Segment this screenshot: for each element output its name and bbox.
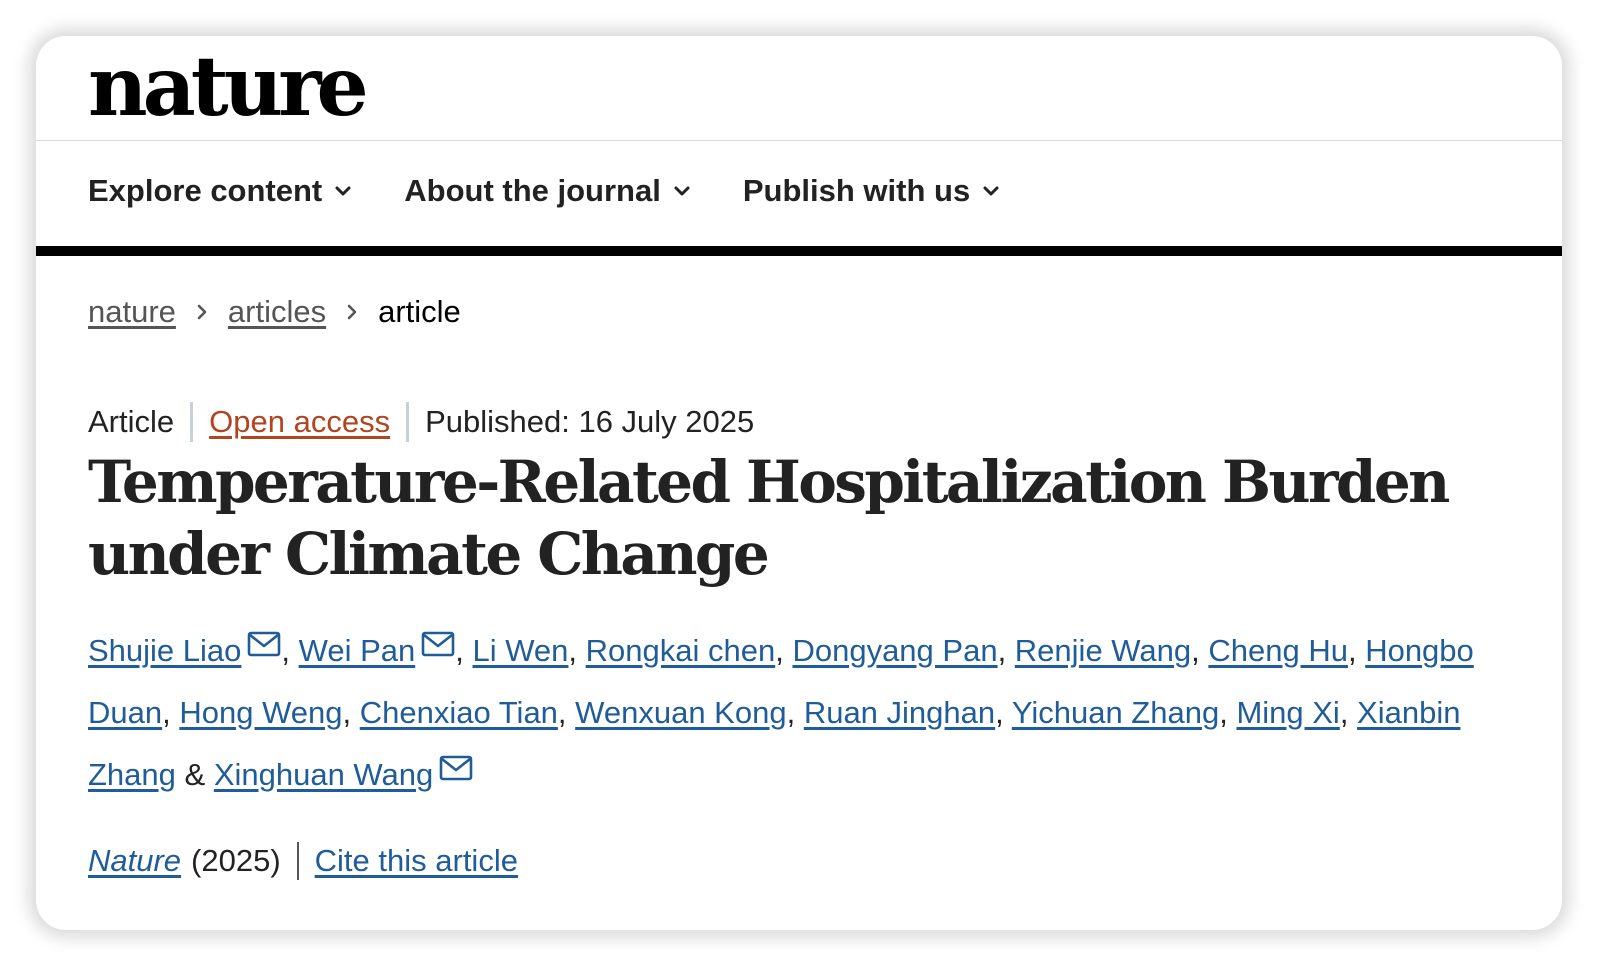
author-link[interactable]: Hong Weng [179, 695, 342, 730]
open-access-link[interactable]: Open access [209, 404, 390, 440]
chevron-down-icon [673, 182, 691, 200]
nature-logo[interactable]: nature [88, 42, 369, 132]
author-link[interactable]: Wei Pan [299, 633, 416, 668]
nav-about-journal[interactable]: About the journal [404, 173, 691, 209]
author-separator: , [995, 695, 1012, 730]
author-separator: , [786, 695, 804, 730]
article-card: nature Explore content About the journal… [36, 36, 1562, 930]
nav-explore-content[interactable]: Explore content [88, 173, 352, 209]
nav-item-label: Publish with us [742, 173, 971, 208]
author-link[interactable]: Yichuan Zhang [1012, 695, 1219, 730]
citation-divider [296, 842, 299, 880]
breadcrumb-nature[interactable]: nature [88, 294, 176, 330]
author-separator: , [1219, 695, 1237, 730]
breadcrumb: nature articles article [88, 294, 461, 330]
author-separator: , [775, 633, 793, 668]
main-nav: Explore content About the journal Publis… [88, 166, 1052, 216]
breadcrumb-current: article [378, 294, 461, 329]
nav-item-label: About the journal [404, 173, 661, 208]
author-link[interactable]: Renjie Wang [1015, 633, 1191, 668]
author-separator: , [342, 695, 360, 730]
nav-publish-with-us[interactable]: Publish with us [743, 173, 1000, 209]
journal-link[interactable]: Nature [88, 843, 181, 879]
chevron-down-icon [982, 182, 1000, 200]
author-link[interactable]: Dongyang Pan [792, 633, 997, 668]
author-link[interactable]: Wenxuan Kong [575, 695, 786, 730]
author-link[interactable]: Ming Xi [1236, 695, 1339, 730]
author-link[interactable]: Ruan Jinghan [804, 695, 995, 730]
author-link[interactable]: Xinghuan Wang [214, 757, 433, 792]
email-icon[interactable] [439, 755, 473, 781]
nav-item-label: Explore content [88, 173, 323, 208]
author-link[interactable]: Chenxiao Tian [360, 695, 558, 730]
meta-divider [190, 402, 194, 442]
author-separator: , [568, 633, 586, 668]
author-separator: , [1191, 633, 1209, 668]
author-list: Shujie Liao, Wei Pan, Li Wen, Rongkai ch… [88, 620, 1508, 806]
article-type: Article [88, 404, 175, 439]
author-separator: , [162, 695, 180, 730]
email-icon[interactable] [421, 631, 455, 657]
nav-rule [36, 246, 1562, 256]
header-divider [36, 140, 1562, 141]
author-separator: , [1339, 695, 1358, 730]
email-icon[interactable] [247, 631, 281, 657]
author-link[interactable]: Cheng Hu [1208, 633, 1348, 668]
author-link[interactable]: Li Wen [472, 633, 568, 668]
citation-line: Nature (2025) Cite this article [88, 842, 518, 880]
cite-this-article-link[interactable]: Cite this article [315, 843, 518, 879]
author-separator: , [997, 633, 1015, 668]
author-separator: , [281, 633, 299, 668]
author-separator: & [175, 757, 214, 792]
citation-year: (2025) [191, 843, 281, 878]
author-separator: , [557, 695, 576, 730]
author-link[interactable]: Shujie Liao [88, 633, 241, 668]
breadcrumb-articles[interactable]: articles [228, 294, 326, 330]
article-title: Temperature-Related Hospitalization Burd… [88, 448, 1450, 588]
article-meta: Article Open access Published: 16 July 2… [88, 402, 754, 442]
chevron-right-icon [344, 301, 360, 323]
author-separator: , [1347, 633, 1366, 668]
meta-divider [406, 402, 410, 442]
chevron-right-icon [194, 301, 210, 323]
author-separator: , [455, 633, 473, 668]
author-link[interactable]: Rongkai chen [586, 633, 776, 668]
published-date: Published: 16 July 2025 [425, 404, 755, 439]
chevron-down-icon [334, 182, 352, 200]
